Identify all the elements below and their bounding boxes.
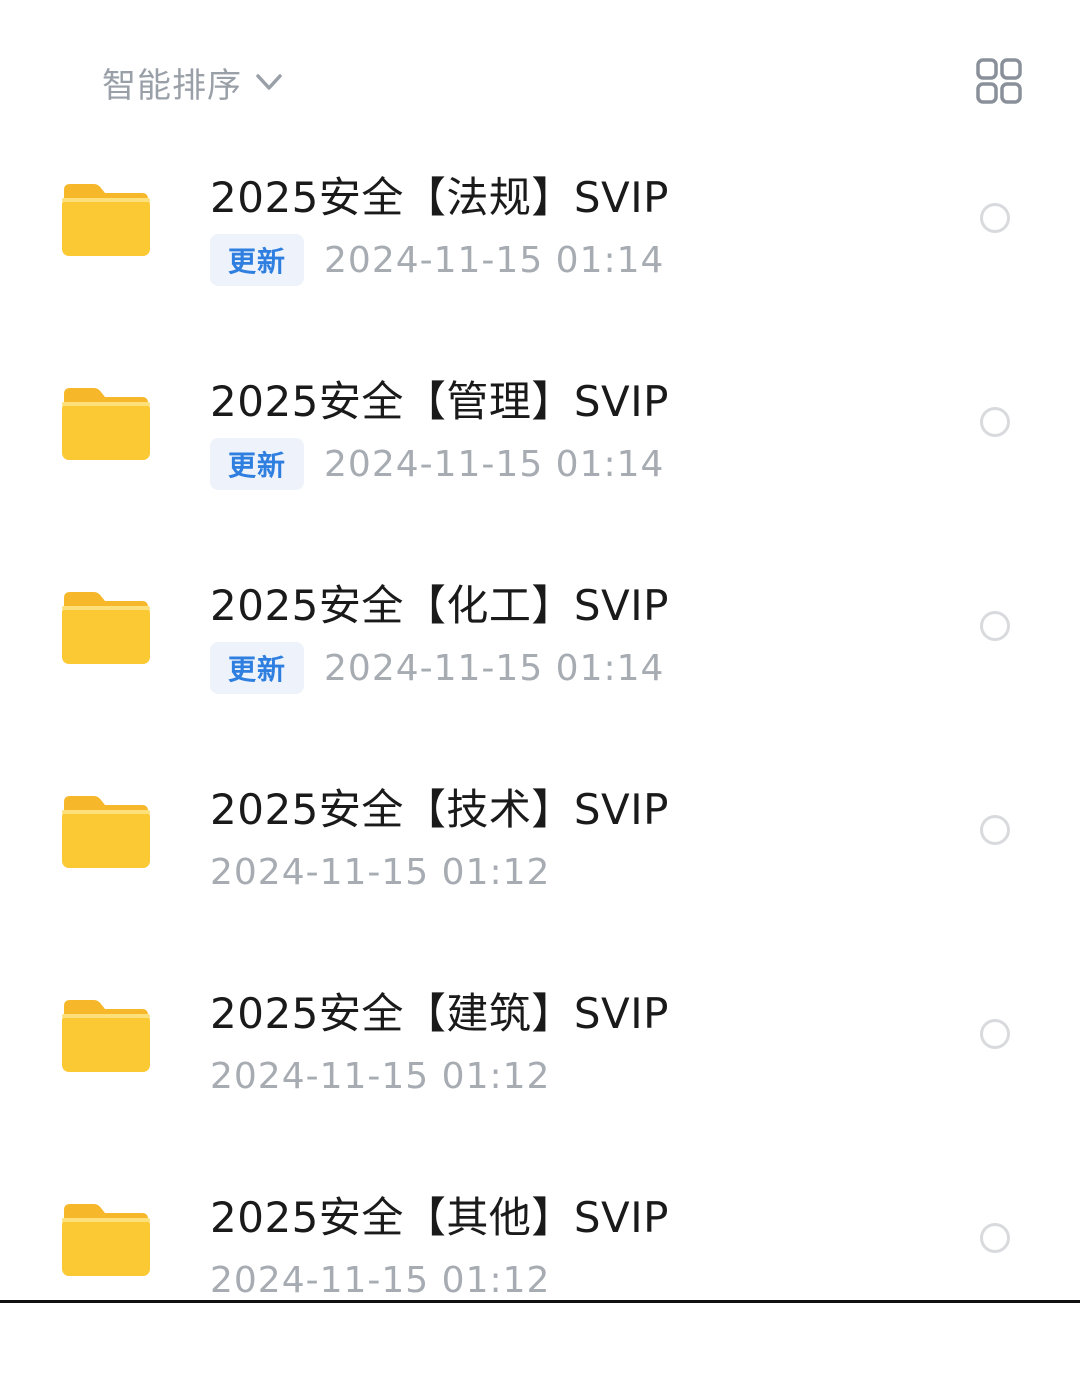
- modified-date: 2024-11-15 01:14: [324, 647, 665, 689]
- folder-icon: [60, 180, 152, 260]
- folder-row[interactable]: 2025安全【建筑】SVIP 2024-11-15 01:12: [0, 966, 1080, 1170]
- grid-view-icon[interactable]: [974, 56, 1024, 106]
- sort-dropdown[interactable]: 智能排序: [102, 56, 284, 108]
- folder-row[interactable]: 2025安全【管理】SVIP 更新 2024-11-15 01:14: [0, 354, 1080, 558]
- folder-row[interactable]: 2025安全【法规】SVIP 更新 2024-11-15 01:14: [0, 150, 1080, 354]
- folder-name: 2025安全【建筑】SVIP: [210, 989, 669, 1038]
- select-radio[interactable]: [980, 407, 1010, 437]
- folder-icon: [60, 384, 152, 464]
- update-badge: 更新: [210, 234, 305, 286]
- folder-name: 2025安全【其他】SVIP: [210, 1193, 669, 1242]
- modified-date: 2024-11-15 01:12: [210, 1055, 551, 1097]
- modified-date: 2024-11-15 01:12: [210, 1259, 551, 1301]
- file-list: 2025安全【法规】SVIP 更新 2024-11-15 01:14 2025安…: [0, 150, 1080, 1374]
- folder-name: 2025安全【管理】SVIP: [210, 377, 669, 426]
- select-radio[interactable]: [980, 815, 1010, 845]
- folder-meta: 2024-11-15 01:12: [210, 1050, 550, 1102]
- sort-label: 智能排序: [102, 65, 242, 106]
- folder-row[interactable]: 2025安全【化工】SVIP 更新 2024-11-15 01:14: [0, 558, 1080, 762]
- select-radio[interactable]: [980, 1223, 1010, 1253]
- folder-row[interactable]: 2025安全【技术】SVIP 2024-11-15 01:12: [0, 762, 1080, 966]
- folder-name: 2025安全【技术】SVIP: [210, 785, 669, 834]
- folder-icon: [60, 996, 152, 1076]
- modified-date: 2024-11-15 01:12: [210, 851, 551, 893]
- folder-meta: 更新 2024-11-15 01:14: [210, 234, 664, 286]
- modified-date: 2024-11-15 01:14: [324, 239, 665, 281]
- folder-icon: [60, 1200, 152, 1280]
- folder-icon: [60, 792, 152, 872]
- folder-name: 2025安全【化工】SVIP: [210, 581, 669, 630]
- select-radio[interactable]: [980, 611, 1010, 641]
- folder-meta: 2024-11-15 01:12: [210, 846, 550, 898]
- update-badge: 更新: [210, 438, 305, 490]
- sort-bar: 智能排序: [0, 0, 1080, 150]
- select-radio[interactable]: [980, 203, 1010, 233]
- folder-meta: 2024-11-15 01:12: [210, 1254, 550, 1306]
- folder-meta: 更新 2024-11-15 01:14: [210, 642, 664, 694]
- folder-meta: 更新 2024-11-15 01:14: [210, 438, 664, 490]
- folder-name: 2025安全【法规】SVIP: [210, 173, 669, 222]
- chevron-down-icon: [254, 67, 284, 97]
- folder-icon: [60, 588, 152, 668]
- update-badge: 更新: [210, 642, 305, 694]
- select-radio[interactable]: [980, 1019, 1010, 1049]
- modified-date: 2024-11-15 01:14: [324, 443, 665, 485]
- folder-row[interactable]: 2025安全【其他】SVIP 2024-11-15 01:12: [0, 1170, 1080, 1374]
